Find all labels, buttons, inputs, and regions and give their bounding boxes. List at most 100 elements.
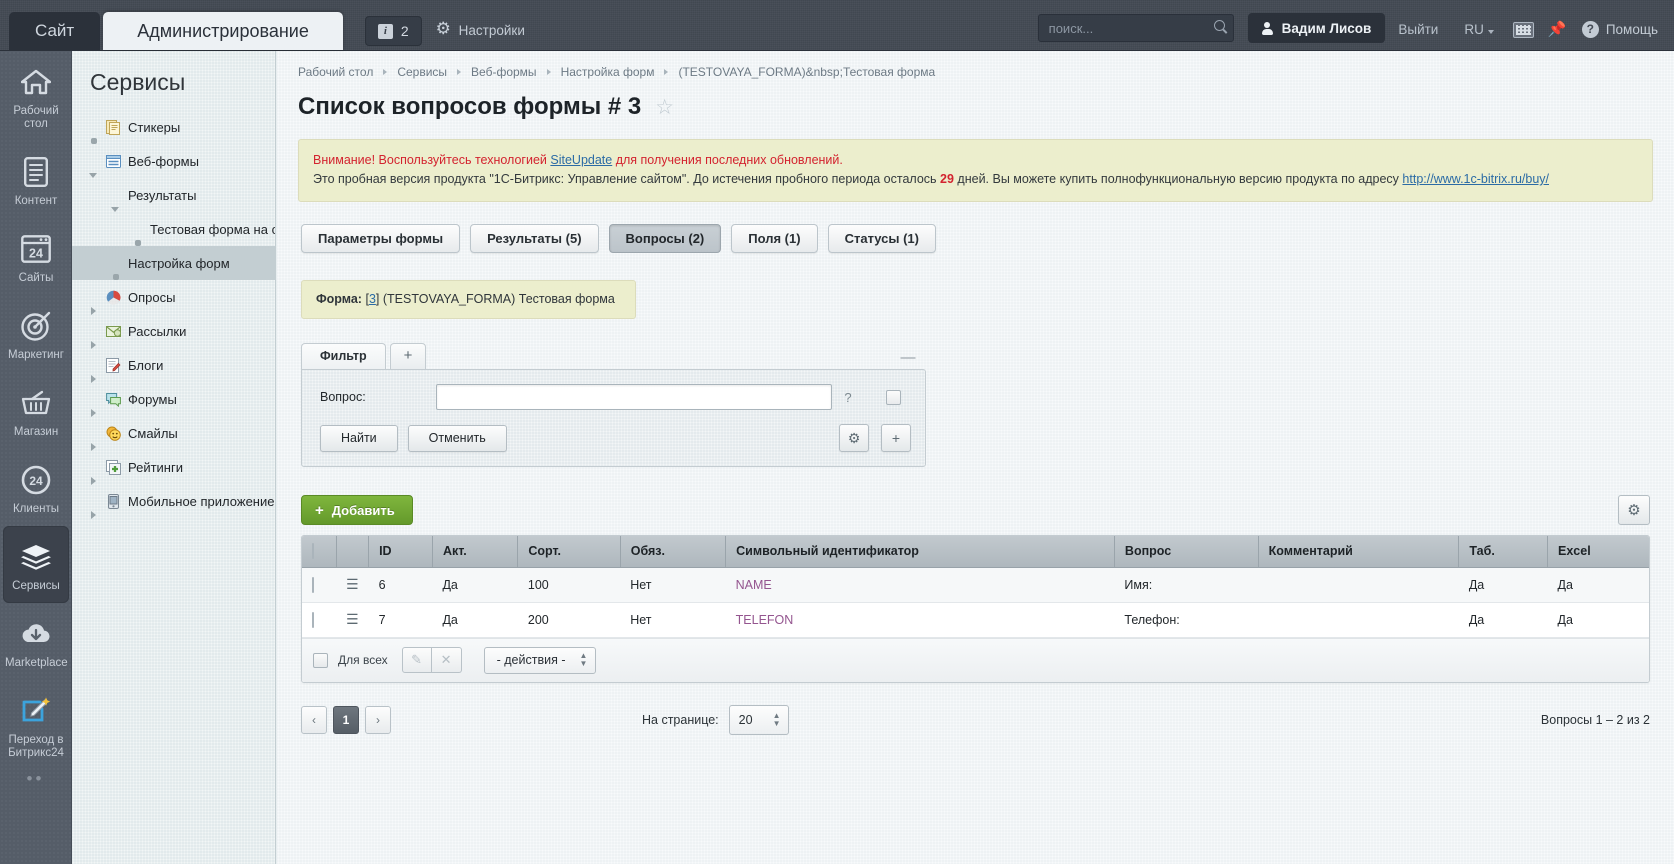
- rail-item-shop[interactable]: Магазин: [0, 372, 71, 449]
- search-icon[interactable]: [1213, 20, 1225, 31]
- sidebar-item-9[interactable]: Смайлы: [72, 416, 275, 451]
- row-menu-cell[interactable]: ☰: [336, 567, 369, 603]
- sidebar-item-4[interactable]: Настройка форм: [72, 246, 275, 280]
- breadcrumb-item-0[interactable]: Рабочий стол: [298, 65, 373, 79]
- grid-settings-gear-icon[interactable]: ⚙: [1618, 495, 1650, 525]
- sidebar-item-8[interactable]: Форумы: [72, 382, 275, 417]
- breadcrumb-item-1[interactable]: Сервисы: [397, 65, 447, 79]
- sidebar-item-2[interactable]: Результаты: [72, 178, 275, 212]
- sidebar-item-11[interactable]: Мобильное приложение: [72, 484, 275, 519]
- row-menu-cell[interactable]: ☰: [336, 602, 369, 638]
- row-checkbox[interactable]: [312, 576, 314, 593]
- header-comment[interactable]: Комментарий: [1258, 536, 1460, 568]
- sidebar-item-10[interactable]: Рейтинги: [72, 450, 275, 485]
- filter-settings-gear-icon[interactable]: ⚙: [839, 424, 869, 452]
- tab-0[interactable]: Параметры формы: [301, 224, 461, 253]
- siteupdate-link[interactable]: SiteUpdate: [550, 153, 612, 167]
- form-id-link[interactable]: 3: [369, 292, 376, 306]
- row-checkbox[interactable]: [312, 611, 314, 628]
- sidebar-item-0[interactable]: Стикеры: [72, 110, 275, 144]
- filter-extra-checkbox[interactable]: [886, 389, 901, 405]
- code-link[interactable]: TELEFON: [736, 613, 794, 627]
- rail-item-sites[interactable]: 24 Сайты: [0, 218, 71, 295]
- row-menu-icon[interactable]: ☰: [346, 611, 359, 627]
- breadcrumb-item-3[interactable]: Настройка форм: [561, 65, 655, 79]
- rail-item-content[interactable]: Контент: [0, 141, 71, 218]
- filter-help-icon[interactable]: ?: [842, 390, 854, 405]
- header-active[interactable]: Акт.: [432, 536, 519, 568]
- language-switch[interactable]: RU: [1451, 22, 1507, 37]
- sidebar-item-6[interactable]: Рассылки: [72, 314, 275, 349]
- rail-collapse-toggle[interactable]: ••: [0, 770, 71, 787]
- notifications-button[interactable]: i 2: [364, 16, 422, 46]
- select-all-checkbox[interactable]: [312, 543, 314, 560]
- tab-4[interactable]: Статусы (1): [827, 224, 936, 253]
- add-button[interactable]: + Добавить: [301, 495, 413, 525]
- header-id[interactable]: ID: [368, 536, 433, 568]
- sidebar-item-3[interactable]: Тестовая форма на стр: [72, 212, 275, 246]
- cell-sort: 100: [517, 567, 621, 603]
- user-menu-button[interactable]: Вадим Лисов: [1247, 13, 1386, 43]
- pencil-icon[interactable]: ✎: [401, 647, 432, 673]
- header-select-all[interactable]: [302, 536, 337, 568]
- keyboard-icon[interactable]: [1512, 22, 1534, 38]
- sidebar-item-1[interactable]: Веб-формы: [72, 144, 275, 178]
- help-button[interactable]: ? Помощь: [1581, 21, 1658, 38]
- filter-collapse-button[interactable]: —: [900, 350, 916, 365]
- header-code[interactable]: Символьный идентификатор: [725, 536, 1115, 568]
- filter-tabs: Фильтр +: [301, 343, 926, 369]
- per-page-select[interactable]: 20 ▲ ▼: [728, 704, 789, 735]
- sidebar-item-7[interactable]: Блоги: [72, 348, 275, 383]
- header-required[interactable]: Обяз.: [620, 536, 727, 568]
- header-sort[interactable]: Сорт.: [517, 536, 621, 568]
- row-menu-icon[interactable]: ☰: [346, 576, 359, 592]
- pin-icon[interactable]: [1548, 20, 1568, 40]
- cell-code[interactable]: NAME: [725, 567, 1115, 603]
- buy-link[interactable]: http://www.1c-bitrix.ru/buy/: [1402, 172, 1549, 186]
- sidebar-item-5[interactable]: Опросы: [72, 280, 275, 315]
- header-tab[interactable]: Таб.: [1458, 536, 1548, 568]
- rail-item-bitrix24[interactable]: Переход в Битрикс24: [0, 680, 71, 770]
- settings-button[interactable]: Настройки: [422, 13, 539, 47]
- actions-select[interactable]: - действия - ▲ ▼: [483, 646, 597, 674]
- tab-administration[interactable]: Администрирование: [103, 12, 343, 50]
- breadcrumb-item-2[interactable]: Веб-формы: [471, 65, 537, 79]
- filter-cancel-button[interactable]: Отменить: [407, 424, 507, 452]
- rail-item-services[interactable]: Сервисы: [3, 526, 69, 603]
- row-select-cell[interactable]: [302, 602, 336, 638]
- search-box[interactable]: [1037, 14, 1234, 42]
- target-icon: [19, 309, 53, 343]
- tab-2[interactable]: Вопросы (2): [608, 224, 722, 253]
- grid-toolbar: + Добавить ⚙: [301, 495, 1650, 525]
- cell-required: Нет: [620, 602, 726, 638]
- table-row[interactable]: ☰ 6 Да 100 Нет NAME Имя: Да Да: [302, 567, 1649, 603]
- page-next-button[interactable]: ›: [365, 705, 391, 734]
- logout-link[interactable]: Выйти: [1385, 22, 1451, 37]
- tab-filter[interactable]: Фильтр: [301, 343, 386, 369]
- tab-1[interactable]: Результаты (5): [470, 224, 599, 253]
- star-outline-icon[interactable]: ☆: [655, 97, 674, 118]
- tab-3[interactable]: Поля (1): [731, 224, 818, 253]
- search-input[interactable]: [1038, 15, 1233, 41]
- header-question[interactable]: Вопрос: [1114, 536, 1259, 568]
- cell-id: 7: [368, 602, 433, 638]
- add-filter-tab-button[interactable]: +: [389, 343, 427, 369]
- code-link[interactable]: NAME: [736, 578, 772, 592]
- close-icon[interactable]: ✕: [431, 647, 462, 673]
- table-row[interactable]: ☰ 7 Да 200 Нет TELEFON Телефон: Да Да: [302, 602, 1649, 638]
- rail-item-desktop[interactable]: Рабочий стол: [0, 51, 71, 141]
- rail-item-marketplace[interactable]: Marketplace: [0, 603, 71, 680]
- filter-find-button[interactable]: Найти: [320, 424, 398, 452]
- row-select-cell[interactable]: [302, 567, 336, 603]
- cell-code[interactable]: TELEFON: [725, 602, 1115, 638]
- tab-site[interactable]: Сайт: [9, 12, 101, 50]
- notice-line-2: Это пробная версия продукта "1С-Битрикс:…: [313, 170, 1638, 189]
- rail-item-marketing[interactable]: Маркетинг: [0, 295, 71, 372]
- rail-item-clients[interactable]: 24 Клиенты: [0, 449, 71, 526]
- page-prev-button[interactable]: ‹: [301, 705, 327, 734]
- footer-select-all-checkbox[interactable]: [313, 652, 328, 668]
- page-1-button[interactable]: 1: [333, 705, 359, 734]
- filter-question-input[interactable]: [436, 384, 832, 410]
- header-excel[interactable]: Excel: [1547, 536, 1649, 568]
- filter-add-button[interactable]: +: [881, 424, 911, 452]
